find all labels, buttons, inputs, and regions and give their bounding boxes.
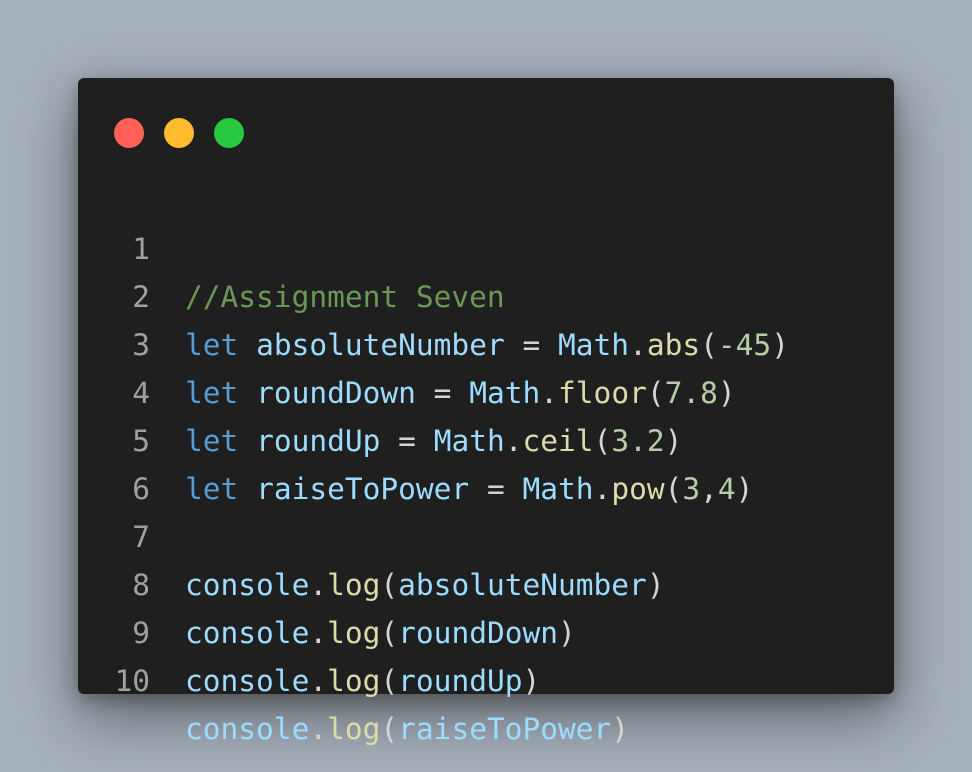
code-token-fn: log [327, 664, 381, 698]
line-source: let absoluteNumber = Math.abs(-45) [185, 321, 789, 369]
code-token-punct: . [540, 376, 559, 410]
code-line: 1 //Assignment Seven [78, 177, 504, 314]
code-token-var: Math [433, 424, 505, 458]
code-token-punct: = [504, 328, 559, 362]
code-token-punct: = [380, 424, 434, 458]
code-line: 10 console.log(raiseToPower) [78, 609, 629, 746]
line-source: console.log(absoluteNumber) [185, 561, 665, 609]
code-area: 1 //Assignment Seven 2 let absoluteNumbe… [78, 177, 789, 746]
code-token-var: console [185, 712, 310, 746]
code-token-punct: ( [380, 568, 399, 602]
code-token-punct [238, 376, 256, 410]
code-token-punct: . [593, 472, 612, 506]
code-token-num: 7.8 [664, 376, 718, 410]
code-token-punct: ( [380, 664, 399, 698]
code-token-keyword: let [185, 472, 239, 506]
code-token-var: raiseToPower [256, 472, 470, 506]
code-token-punct: , [700, 472, 718, 506]
code-token-var: Math [522, 472, 594, 506]
code-token-punct: ) [558, 616, 576, 650]
code-line: 5 let raiseToPower = Math.pow(3,4) [78, 369, 753, 506]
code-token-keyword: let [185, 376, 239, 410]
close-dot-icon[interactable] [114, 118, 144, 148]
line-source: console.log(roundDown) [185, 609, 576, 657]
minimize-dot-icon[interactable] [164, 118, 194, 148]
code-line: 3 let roundDown = Math.floor(7.8) [78, 273, 735, 410]
code-token-num: 4 [717, 472, 736, 506]
code-token-punct: ( [380, 616, 399, 650]
line-source: console.log(raiseToPower) [185, 705, 629, 753]
code-token-fn: pow [611, 472, 665, 506]
code-token-punct: . [309, 616, 328, 650]
code-token-keyword: let [185, 424, 239, 458]
code-token-punct: ) [664, 424, 683, 458]
code-window: 1 //Assignment Seven 2 let absoluteNumbe… [78, 78, 894, 746]
code-token-var: console [185, 568, 310, 602]
line-source: console.log(roundUp) [185, 657, 540, 705]
code-line: 2 let absoluteNumber = Math.abs(-45) [78, 225, 789, 362]
code-token-punct: ) [735, 472, 754, 506]
code-token-var: console [185, 616, 310, 650]
code-line: 9 console.log(roundUp) [78, 561, 540, 698]
code-token-var: roundUp [256, 424, 381, 458]
code-line: 7 console.log(absoluteNumber) [78, 465, 664, 602]
code-line: 6 [78, 417, 185, 506]
code-token-punct: ) [771, 328, 789, 362]
code-token-punct: = [415, 376, 470, 410]
code-token-fn: log [327, 616, 381, 650]
code-line: 8 console.log(roundDown) [78, 513, 576, 650]
code-token-var: raiseToPower [398, 712, 612, 746]
code-token-punct: ) [611, 712, 630, 746]
code-token-var: absoluteNumber [398, 568, 647, 602]
code-token-punct: = [469, 472, 523, 506]
code-token-punct [238, 328, 256, 362]
code-token-punct: . [309, 568, 328, 602]
code-token-var: absoluteNumber [256, 328, 505, 362]
code-token-num: -45 [717, 328, 772, 362]
line-source: let roundUp = Math.ceil(3.2) [185, 417, 682, 465]
code-token-fn: ceil [522, 424, 594, 458]
code-token-punct [238, 472, 256, 506]
code-token-fn: floor [558, 376, 647, 410]
code-line: 4 let roundUp = Math.ceil(3.2) [78, 321, 682, 458]
code-token-punct: . [309, 664, 328, 698]
code-token-var: Math [558, 328, 630, 362]
code-token-punct: ) [522, 664, 541, 698]
code-token-punct: ( [646, 376, 665, 410]
code-token-fn: log [327, 568, 381, 602]
code-token-num: 3.2 [611, 424, 665, 458]
code-token-var: roundDown [398, 616, 559, 650]
code-token-keyword: let [185, 328, 239, 362]
code-token-fn: log [327, 712, 381, 746]
code-token-var: console [185, 664, 310, 698]
code-token-punct: ) [646, 568, 665, 602]
code-token-punct: . [309, 712, 328, 746]
code-token-var: roundUp [398, 664, 523, 698]
line-number: 10 [114, 664, 150, 698]
code-token-punct: ) [717, 376, 736, 410]
zoom-dot-icon[interactable] [214, 118, 244, 148]
code-token-punct [238, 424, 256, 458]
code-token-comment: //Assignment Seven [185, 280, 505, 314]
line-source: let roundDown = Math.floor(7.8) [185, 369, 736, 417]
line-source: let raiseToPower = Math.pow(3,4) [185, 465, 753, 513]
code-token-punct: ( [593, 424, 612, 458]
code-token-num: 3 [682, 472, 701, 506]
code-token-punct: ( [380, 712, 399, 746]
code-token-var: Math [469, 376, 541, 410]
code-token-punct: . [629, 328, 647, 362]
code-token-punct: ( [700, 328, 718, 362]
code-token-var: roundDown [256, 376, 416, 410]
line-source: //Assignment Seven [185, 273, 505, 321]
code-token-punct: . [504, 424, 523, 458]
code-token-punct: ( [664, 472, 683, 506]
code-token-fn: abs [646, 328, 701, 362]
